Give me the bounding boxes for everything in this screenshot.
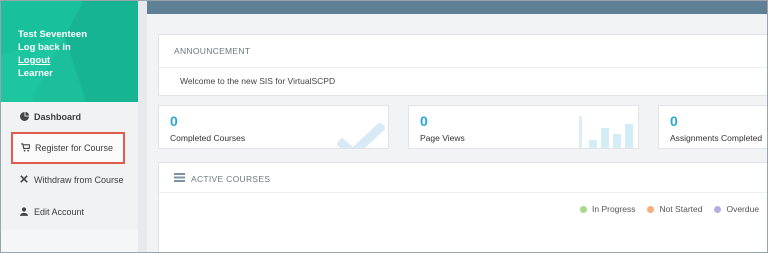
- sidebar-item-label: Register for Course: [35, 143, 114, 153]
- status-legend: In Progress Not Started Overdue: [580, 204, 767, 214]
- sidebar-item-label: Edit Account: [34, 207, 85, 217]
- announcement-title: ANNOUNCEMENT: [174, 46, 251, 56]
- divider: [159, 192, 767, 193]
- stat-card-assignments-completed: 0 Assignments Completed: [658, 105, 767, 149]
- stat-card-completed-courses: 0 Completed Courses: [158, 105, 389, 149]
- legend-dot: [714, 205, 722, 213]
- close-icon: [18, 175, 30, 185]
- sidebar-divider: [138, 1, 147, 252]
- cart-icon: [19, 142, 31, 154]
- top-bar: [147, 1, 767, 14]
- pie-chart-icon: [18, 111, 30, 123]
- sidebar: Test Seventeen Log back in Logout Learne…: [1, 1, 138, 252]
- profile-info: Test Seventeen Log back in Logout Learne…: [18, 28, 87, 80]
- user-role: Learner: [18, 68, 53, 79]
- stat-label: Page Views: [420, 133, 465, 143]
- legend-label: Not Started: [659, 204, 703, 214]
- stat-card-page-views: 0 Page Views: [408, 105, 639, 149]
- active-courses-header: ACTIVE COURSES: [174, 173, 270, 184]
- checkmark-icon: [337, 123, 385, 148]
- app-window: Test Seventeen Log back in Logout Learne…: [0, 0, 768, 253]
- logout-link[interactable]: Logout: [18, 54, 87, 67]
- sidebar-footer: [1, 230, 138, 252]
- announcement-card: ANNOUNCEMENT Welcome to the new SIS for …: [158, 34, 767, 96]
- stat-label: Completed Courses: [170, 133, 246, 143]
- legend-dot: [580, 205, 587, 213]
- stat-value: 0: [170, 113, 178, 129]
- stat-label: Assignments Completed: [670, 133, 763, 143]
- legend-item-not-started: Not Started: [647, 204, 702, 214]
- stat-value: 0: [420, 113, 428, 129]
- announcement-message: Welcome to the new SIS for VirtualSCPD: [180, 76, 336, 86]
- list-icon: [174, 173, 185, 184]
- active-courses-card: ACTIVE COURSES In Progress Not Started O…: [158, 162, 767, 252]
- sidebar-item-withdraw-from-course[interactable]: Withdraw from Course: [1, 164, 138, 196]
- user-icon: [18, 206, 30, 218]
- sidebar-item-edit-account[interactable]: Edit Account: [1, 196, 138, 228]
- legend-item-overdue: Overdue: [714, 204, 759, 214]
- divider: [159, 67, 767, 68]
- sidebar-item-register-for-course[interactable]: Register for Course: [11, 132, 125, 164]
- sidebar-item-label: Dashboard: [34, 112, 82, 122]
- stat-value: 0: [670, 113, 678, 129]
- sidebar-item-label: Withdraw from Course: [34, 175, 124, 185]
- legend-item-in-progress: In Progress: [580, 204, 635, 214]
- bar-chart-icon: [579, 116, 633, 148]
- active-courses-title: ACTIVE COURSES: [191, 173, 271, 184]
- sidebar-item-dashboard[interactable]: Dashboard: [1, 102, 138, 132]
- legend-label: In Progress: [592, 204, 636, 214]
- log-back-in-link[interactable]: Log back in: [18, 41, 87, 54]
- profile-panel: Test Seventeen Log back in Logout Learne…: [1, 1, 138, 102]
- legend-label: Overdue: [726, 204, 760, 214]
- legend-dot: [647, 205, 655, 213]
- user-name: Test Seventeen: [18, 29, 87, 40]
- sidebar-menu: Dashboard Register for Course Withdraw f…: [1, 102, 138, 228]
